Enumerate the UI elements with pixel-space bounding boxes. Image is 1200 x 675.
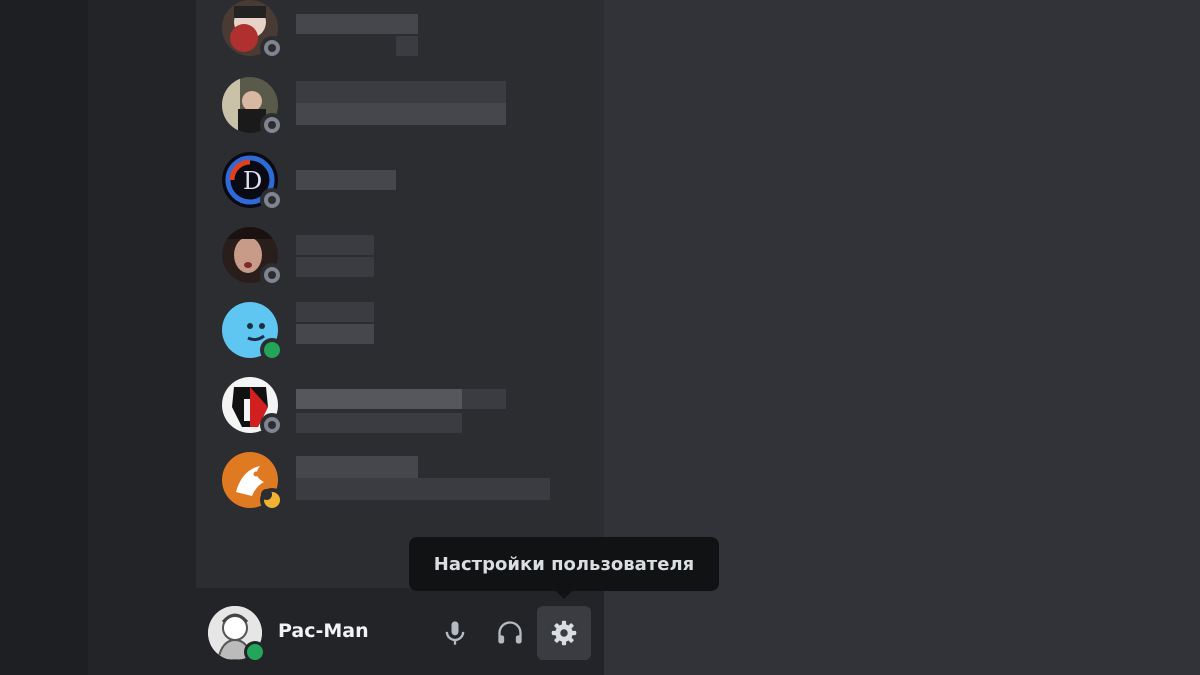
name-redacted xyxy=(296,14,418,34)
microphone-icon xyxy=(445,621,465,645)
sidebar-strip xyxy=(88,0,196,675)
status-idle-icon xyxy=(260,488,284,512)
mute-button[interactable] xyxy=(428,606,482,660)
subtitle-redacted xyxy=(296,478,550,500)
subtitle-redacted xyxy=(296,103,506,125)
status-offline-icon xyxy=(260,413,284,437)
name-redacted xyxy=(296,235,374,255)
dm-item[interactable] xyxy=(216,373,586,437)
subtitle-redacted xyxy=(396,36,418,56)
status-offline-icon xyxy=(260,113,284,137)
subtitle-redacted xyxy=(296,413,462,433)
svg-text:D: D xyxy=(243,167,262,195)
status-offline-icon xyxy=(260,188,284,212)
name-redacted xyxy=(296,81,506,103)
name-redacted xyxy=(296,170,396,190)
username[interactable]: Pac-Man xyxy=(278,620,369,642)
dm-item[interactable] xyxy=(216,298,586,362)
dm-item[interactable] xyxy=(216,0,586,60)
settings-tooltip: Настройки пользователя xyxy=(409,537,719,599)
user-settings-button[interactable] xyxy=(537,606,591,660)
subtitle-redacted xyxy=(296,324,374,344)
dm-item[interactable]: D xyxy=(216,148,586,212)
user-panel: Pac-Man xyxy=(196,588,604,675)
status-offline-icon xyxy=(260,263,284,287)
server-sidebar xyxy=(0,0,88,675)
status-online-icon xyxy=(244,641,266,663)
dm-item[interactable] xyxy=(216,73,586,137)
subtitle-redacted xyxy=(296,257,374,277)
dm-item[interactable] xyxy=(216,448,586,512)
headphones-icon xyxy=(498,621,522,644)
status-offline-icon xyxy=(260,36,284,60)
status-online-icon xyxy=(260,338,284,362)
dm-item[interactable] xyxy=(216,223,586,287)
tooltip-text: Настройки пользователя xyxy=(433,553,695,575)
gear-icon xyxy=(551,620,577,646)
name-redacted xyxy=(296,302,374,322)
subtitle-redacted xyxy=(462,389,506,409)
name-redacted xyxy=(296,456,418,478)
deafen-button[interactable] xyxy=(483,606,537,660)
name-redacted xyxy=(296,389,462,409)
